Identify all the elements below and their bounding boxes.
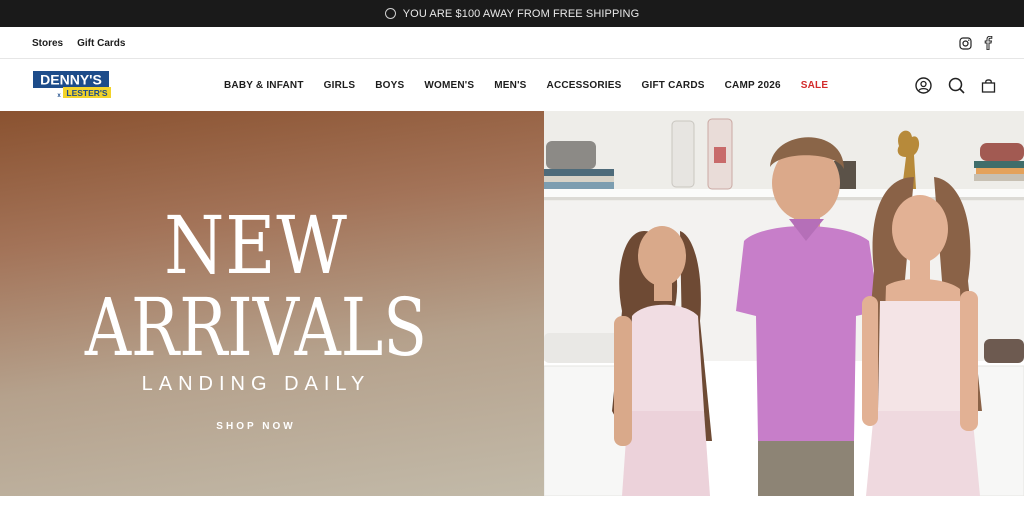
shop-now-link[interactable]: SHOP NOW bbox=[0, 421, 512, 432]
menu-item-girls[interactable]: GIRLS bbox=[324, 80, 356, 91]
utility-link-stores[interactable]: Stores bbox=[32, 38, 63, 49]
menu-item-womens[interactable]: WOMEN'S bbox=[424, 80, 474, 91]
hero-subtitle: LANDING DAILY bbox=[141, 373, 371, 395]
main-menu: BABY & INFANT GIRLS BOYS WOMEN'S MEN'S A… bbox=[224, 59, 828, 111]
hero-banner[interactable]: NEW ARRIVALS LANDING DAILY SHOP NOW bbox=[0, 111, 1024, 496]
facebook-icon[interactable] bbox=[984, 36, 993, 50]
announcement-bar: YOU ARE $100 AWAY FROM FREE SHIPPING bbox=[0, 0, 1024, 27]
hero-photo bbox=[543, 111, 1024, 496]
hero-text-panel: NEW ARRIVALS LANDING DAILY SHOP NOW bbox=[0, 111, 544, 496]
hero-title-line1: NEW bbox=[164, 199, 348, 292]
menu-item-boys[interactable]: BOYS bbox=[375, 80, 404, 91]
cart-icon[interactable] bbox=[981, 78, 996, 93]
utility-link-gift-cards[interactable]: Gift Cards bbox=[77, 38, 125, 49]
menu-item-mens[interactable]: MEN'S bbox=[494, 80, 526, 91]
utility-links: Stores Gift Cards bbox=[32, 27, 125, 59]
instagram-icon[interactable] bbox=[959, 36, 972, 50]
search-icon[interactable] bbox=[948, 77, 965, 94]
logo[interactable]: DENNY'S x LESTER'S bbox=[33, 71, 113, 99]
social-links bbox=[959, 27, 993, 59]
menu-item-baby-infant[interactable]: BABY & INFANT bbox=[224, 80, 304, 91]
logo-line1: DENNY'S bbox=[40, 72, 102, 88]
menu-item-accessories[interactable]: ACCESSORIES bbox=[547, 80, 622, 91]
menu-item-sale[interactable]: SALE bbox=[801, 80, 828, 91]
logo-line2: LESTER'S bbox=[66, 88, 108, 98]
logo-connector: x bbox=[57, 93, 61, 99]
hero-title-line2: ARRIVALS bbox=[84, 281, 428, 374]
announcement-text: YOU ARE $100 AWAY FROM FREE SHIPPING bbox=[402, 7, 640, 20]
utility-bar: Stores Gift Cards bbox=[0, 27, 1024, 59]
hero-photo-illustration bbox=[543, 111, 1024, 496]
page-background bbox=[0, 496, 1024, 515]
menu-item-gift-cards[interactable]: GIFT CARDS bbox=[642, 80, 705, 91]
menu-item-camp-2026[interactable]: CAMP 2026 bbox=[725, 80, 781, 91]
account-icon[interactable] bbox=[915, 76, 932, 94]
header-actions bbox=[915, 59, 996, 111]
main-navigation: DENNY'S x LESTER'S BABY & INFANT GIRLS B… bbox=[0, 59, 1024, 111]
circle-icon bbox=[384, 8, 396, 19]
